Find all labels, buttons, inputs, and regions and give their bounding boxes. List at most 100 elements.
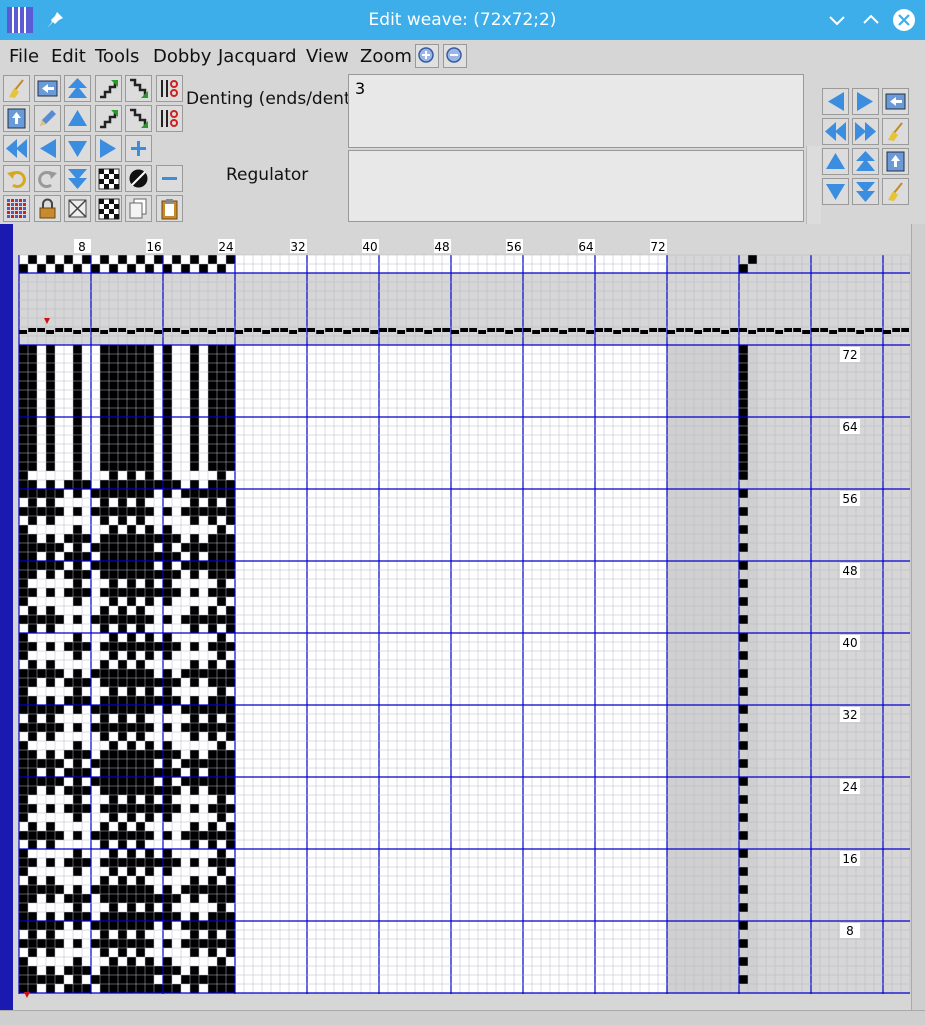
app-icon: [7, 7, 33, 33]
left-indicator: [0, 224, 13, 1010]
diag-up-button[interactable]: [125, 75, 152, 102]
checker-button[interactable]: [94, 165, 122, 192]
zoom-in-button[interactable]: [415, 44, 439, 68]
copy-icon: [129, 198, 147, 219]
leaf-button[interactable]: [125, 165, 152, 192]
arrow-down-double-button[interactable]: [64, 165, 91, 192]
redo-button[interactable]: [33, 165, 61, 192]
arrow-down-button[interactable]: [822, 178, 849, 205]
pattern-button[interactable]: [3, 195, 30, 222]
lock-button[interactable]: [33, 195, 61, 222]
ruler-side-label: 40: [842, 636, 857, 650]
broom-button[interactable]: [3, 75, 30, 102]
copy-button[interactable]: [125, 195, 152, 222]
scissors-button[interactable]: [155, 75, 183, 102]
close-icon[interactable]: [892, 8, 916, 32]
box-up-icon: [7, 108, 26, 129]
menu-file[interactable]: File: [9, 46, 39, 67]
leaf-icon: [129, 169, 148, 188]
menu-zoom[interactable]: Zoom: [360, 46, 412, 67]
diag-down-button[interactable]: [94, 75, 122, 102]
arrow-up-button[interactable]: [64, 105, 91, 132]
regulator-field[interactable]: [348, 150, 804, 222]
paste-icon: [161, 199, 177, 220]
clear-button[interactable]: [64, 195, 91, 222]
vertical-scrollbar[interactable]: [911, 224, 925, 1010]
arrow-down-icon: [68, 141, 87, 157]
lock-icon: [39, 198, 55, 219]
horizontal-scrollbar[interactable]: [0, 1010, 925, 1025]
broom-button[interactable]: [882, 118, 909, 145]
window-title: Edit weave: (72x72;2): [368, 10, 557, 30]
ruler-top-label: 56: [506, 240, 521, 254]
diag-down-icon: [99, 80, 118, 99]
menu-view[interactable]: View: [306, 46, 349, 67]
box-left-button[interactable]: [882, 88, 909, 115]
maximize-icon[interactable]: [859, 8, 883, 32]
minus-button[interactable]: [155, 165, 183, 192]
arrow-right-double-button[interactable]: [852, 118, 879, 145]
arrow-up-double-button[interactable]: [64, 75, 91, 102]
minimize-icon[interactable]: [825, 8, 849, 32]
denting-field[interactable]: 3: [348, 74, 804, 148]
clear-icon: [68, 199, 87, 218]
ruler-top-label: 48: [434, 240, 449, 254]
arrow-left-button[interactable]: [33, 135, 61, 162]
undo-icon: [7, 171, 26, 188]
arrow-right-button[interactable]: [852, 88, 879, 115]
ruler-side-label: 32: [842, 708, 857, 722]
arrow-down-button[interactable]: [64, 135, 91, 162]
box-up-button[interactable]: [882, 148, 909, 175]
denting-label: Denting (ends/dent): [186, 89, 358, 109]
menu-jacquard[interactable]: Jacquard: [218, 46, 297, 67]
undo-button[interactable]: [3, 165, 30, 192]
diag-up-icon: [130, 78, 148, 98]
arrow-left-double-icon: [6, 139, 27, 158]
arrow-left-button[interactable]: [822, 88, 849, 115]
arrow-left-icon: [39, 139, 56, 158]
regulator-label: Regulator: [226, 165, 309, 185]
diag-green-icon: [130, 108, 148, 128]
broom-icon: [888, 122, 903, 141]
ruler-top-label: 32: [290, 240, 305, 254]
zoom-out-button[interactable]: [443, 44, 467, 68]
weave-grid[interactable]: 8 16 24 32 40 48 56 64 72 72 64 56 48 40 32 24 16 8: [0, 224, 911, 1010]
paste-button[interactable]: [155, 195, 183, 222]
menu-dobby[interactable]: Dobby: [153, 46, 211, 67]
pin-icon[interactable]: [44, 9, 66, 31]
arrow-right-button[interactable]: [94, 135, 122, 162]
broom-icon: [9, 79, 24, 98]
checker2-button[interactable]: [94, 195, 122, 222]
ruler-side-label: 24: [842, 780, 857, 794]
broom-button[interactable]: [882, 178, 909, 205]
arrow-up-icon: [826, 153, 845, 169]
arrow-left-double-button[interactable]: [3, 135, 30, 162]
plus-button[interactable]: [125, 135, 152, 162]
arrow-left-double-icon: [825, 122, 846, 141]
pencil-button[interactable]: [33, 105, 61, 132]
zoom-in-icon: [418, 47, 434, 63]
minus-icon: [161, 177, 177, 180]
menu-tools[interactable]: Tools: [95, 46, 139, 67]
undo-arrow-button[interactable]: [33, 75, 61, 102]
box-up-button[interactable]: [3, 105, 30, 132]
menu-edit[interactable]: Edit: [51, 46, 86, 67]
arrow-right-icon: [99, 139, 116, 158]
arrow-up-icon: [68, 110, 87, 126]
arrow-down-double-button[interactable]: [852, 178, 879, 205]
ruler-top-label: 40: [362, 240, 377, 254]
weave-grid-area[interactable]: 8 16 24 32 40 48 56 64 72 72 64 56 48 40 32 24 16 8: [0, 224, 925, 1010]
undo-arrow-icon: [37, 80, 57, 97]
scissors-icon: [160, 80, 178, 97]
diag-left-icon: [99, 110, 118, 129]
arrow-left-double-button[interactable]: [822, 118, 849, 145]
diag-left-button[interactable]: [94, 105, 122, 132]
scissors-dots-button[interactable]: [155, 105, 183, 132]
arrow-up-double-button[interactable]: [852, 148, 879, 175]
menu-bar: File Edit Tools Dobby Jacquard View Zoom: [0, 40, 925, 73]
diag-green-button[interactable]: [125, 105, 152, 132]
arrow-up-button[interactable]: [822, 148, 849, 175]
ruler-side-label: 56: [842, 492, 857, 506]
broom-icon: [888, 182, 903, 201]
title-bar[interactable]: Edit weave: (72x72;2): [0, 0, 925, 40]
